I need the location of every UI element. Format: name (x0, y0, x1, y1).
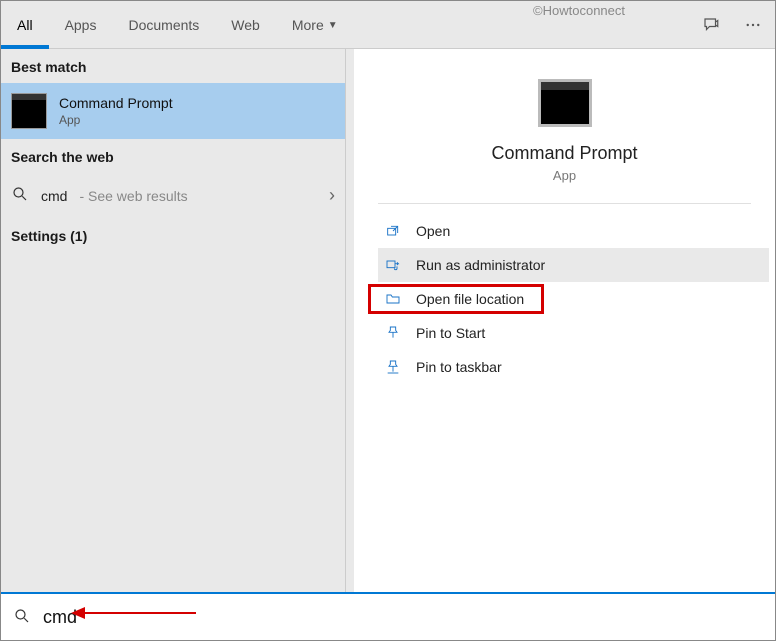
settings-group[interactable]: Settings (1) (1, 218, 345, 254)
detail-title: Command Prompt (491, 143, 637, 164)
result-subtitle: App (59, 113, 173, 127)
tabs: All Apps Documents Web More ▼ (1, 1, 354, 49)
search-web-header: Search the web (1, 139, 345, 173)
chevron-down-icon: ▼ (328, 20, 338, 31)
tab-all[interactable]: All (1, 1, 49, 49)
detail-pane: Command Prompt App Open Run as administr… (346, 49, 775, 592)
search-input[interactable] (43, 607, 763, 628)
web-hint-text: - See web results (79, 188, 187, 204)
action-open[interactable]: Open (378, 214, 769, 248)
pin-taskbar-icon (384, 358, 402, 376)
chevron-right-icon: › (329, 185, 335, 206)
top-tab-bar: All Apps Documents Web More ▼ ©Howtoconn… (1, 1, 775, 49)
web-query-text: cmd (41, 188, 67, 204)
tab-more-label: More (292, 17, 324, 33)
command-prompt-large-icon (538, 79, 592, 127)
action-pin-to-taskbar[interactable]: Pin to taskbar (378, 350, 769, 384)
open-icon (384, 222, 402, 240)
pin-start-icon (384, 324, 402, 342)
action-pin-start-label: Pin to Start (416, 325, 485, 341)
action-run-as-admin[interactable]: Run as administrator (378, 248, 769, 282)
best-match-header: Best match (1, 49, 345, 83)
web-result-row[interactable]: cmd - See web results › (1, 173, 345, 218)
result-command-prompt[interactable]: Command Prompt App (1, 83, 345, 139)
action-open-file-location[interactable]: Open file location (378, 282, 769, 316)
action-pin-to-start[interactable]: Pin to Start (378, 316, 769, 350)
folder-icon (384, 290, 402, 308)
tab-more[interactable]: More ▼ (276, 1, 354, 49)
content-area: Best match Command Prompt App Search the… (1, 49, 775, 592)
watermark-text: ©Howtoconnect (533, 3, 625, 18)
more-options-icon[interactable] (741, 13, 765, 37)
search-icon (13, 607, 31, 628)
action-pin-taskbar-label: Pin to taskbar (416, 359, 502, 375)
action-open-label: Open (416, 223, 450, 239)
detail-header: Command Prompt App (378, 69, 751, 204)
result-title: Command Prompt (59, 95, 173, 111)
run-admin-icon (384, 256, 402, 274)
detail-subtitle: App (553, 168, 576, 183)
search-icon (11, 185, 29, 206)
result-text: Command Prompt App (59, 95, 173, 127)
feedback-icon[interactable] (699, 13, 723, 37)
top-right-controls (699, 1, 765, 49)
results-column: Best match Command Prompt App Search the… (1, 49, 346, 592)
action-open-loc-label: Open file location (416, 291, 524, 307)
action-run-admin-label: Run as administrator (416, 257, 545, 273)
tab-apps[interactable]: Apps (49, 1, 113, 49)
command-prompt-icon (11, 93, 47, 129)
tab-web[interactable]: Web (215, 1, 276, 49)
actions-list: Open Run as administrator Open file loca… (378, 204, 769, 394)
search-bar (1, 592, 775, 640)
tab-documents[interactable]: Documents (112, 1, 215, 49)
